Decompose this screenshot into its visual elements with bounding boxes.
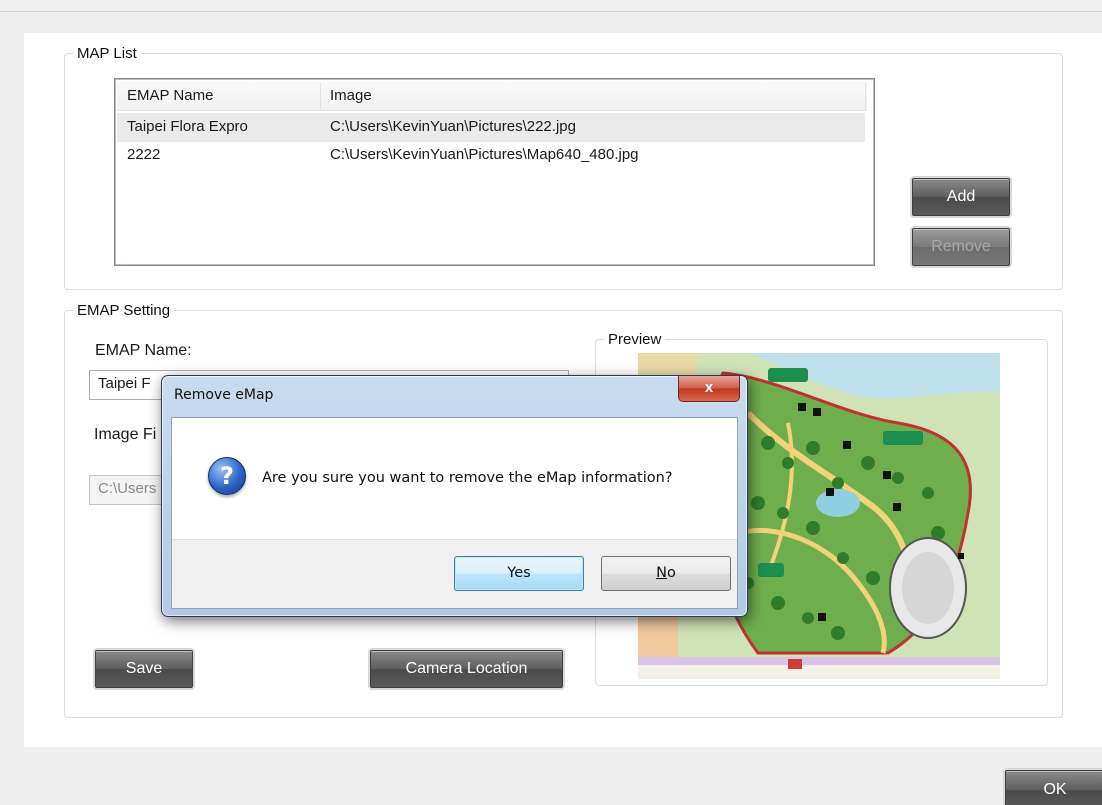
no-label-rest: o <box>666 565 676 581</box>
table-header: EMAP Name Image <box>117 81 867 111</box>
emap-name-label: EMAP Name: <box>95 342 192 359</box>
row-emap-name: Taipei Flora Expro <box>127 118 248 135</box>
row-image-path: C:\Users\KevinYuan\Pictures\Map640_480.j… <box>330 146 639 163</box>
question-icon: ? <box>208 457 246 495</box>
no-button[interactable]: No <box>601 556 731 591</box>
column-separator[interactable] <box>865 83 866 109</box>
yes-button[interactable]: Yes <box>454 556 584 591</box>
add-button[interactable]: Add <box>912 178 1010 216</box>
dialog-title: Remove eMap <box>174 387 274 403</box>
save-button[interactable]: Save <box>95 650 193 688</box>
table-row[interactable]: Taipei Flora Expro C:\Users\KevinYuan\Pi… <box>117 113 865 142</box>
camera-location-button[interactable]: Camera Location <box>370 650 563 688</box>
row-emap-name: 2222 <box>127 146 161 163</box>
image-file-label: Image Fi <box>94 426 157 443</box>
remove-button[interactable]: Remove <box>912 228 1010 266</box>
dialog-message: Are you sure you want to remove the eMap… <box>262 470 673 486</box>
no-mnemonic: N <box>656 565 667 581</box>
close-icon: x <box>704 379 714 396</box>
preview-legend: Preview <box>608 331 662 348</box>
dialog-close-button[interactable]: x <box>678 376 740 402</box>
map-list-legend: MAP List <box>77 45 137 62</box>
dialog-button-bar: Yes No <box>172 539 737 608</box>
emap-setting-legend: EMAP Setting <box>77 302 171 319</box>
ok-button[interactable]: OK <box>1005 770 1102 805</box>
map-list-table[interactable]: EMAP Name Image Taipei Flora Expro C:\Us… <box>114 78 875 266</box>
dialog-body: ? Are you sure you want to remove the eM… <box>171 417 738 609</box>
column-header-image[interactable]: Image <box>330 87 372 104</box>
row-image-path: C:\Users\KevinYuan\Pictures\222.jpg <box>330 118 576 135</box>
window-top-strip <box>0 0 1102 12</box>
column-separator[interactable] <box>320 83 321 109</box>
table-row[interactable]: 2222 C:\Users\KevinYuan\Pictures\Map640_… <box>117 141 865 170</box>
remove-emap-dialog[interactable]: Remove eMap x ? Are you sure you want to… <box>161 375 748 617</box>
column-header-emap-name[interactable]: EMAP Name <box>127 87 213 104</box>
